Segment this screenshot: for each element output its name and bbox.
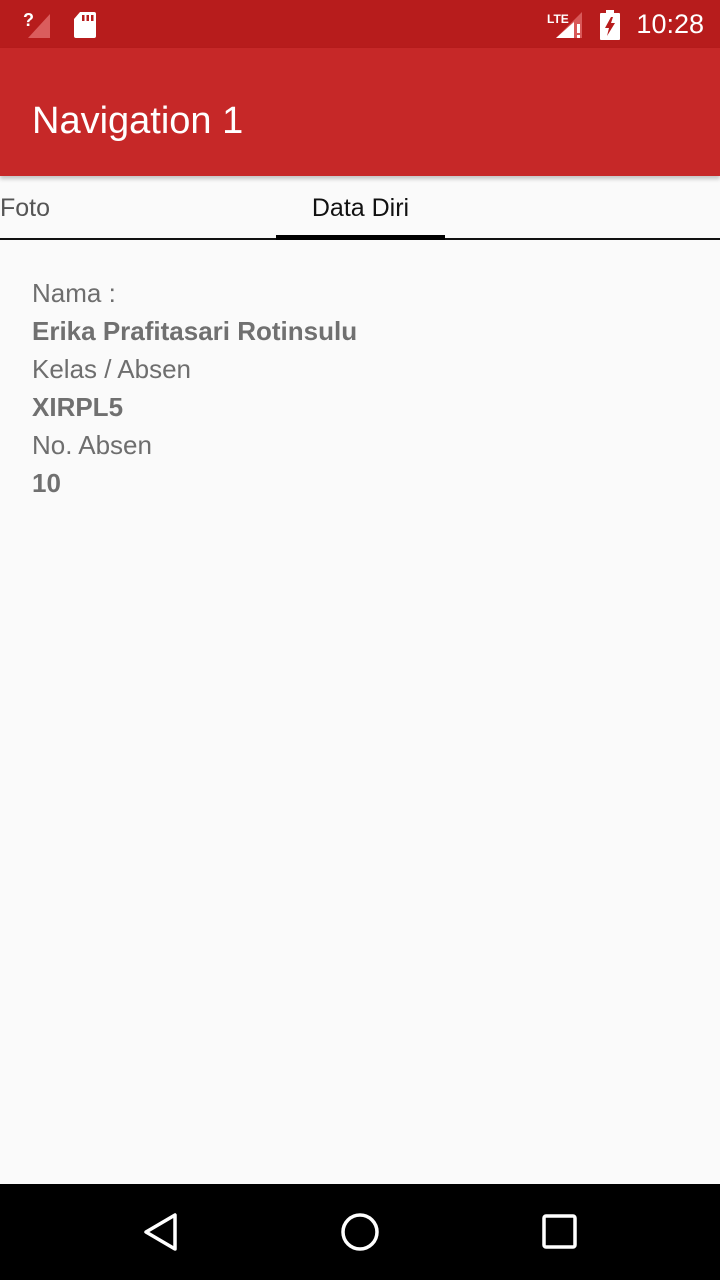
navigation-bar — [0, 1184, 720, 1280]
tab-bar: Foto Data Diri — [0, 176, 720, 240]
number-label: No. Absen — [32, 430, 152, 460]
svg-text:?: ? — [23, 10, 34, 30]
recents-icon[interactable] — [539, 1211, 581, 1258]
tab-indicator — [276, 235, 445, 240]
sd-card-icon — [72, 10, 98, 45]
home-icon[interactable] — [339, 1211, 381, 1258]
name-label: Nama : — [32, 278, 116, 308]
app-bar: Navigation 1 — [0, 48, 720, 176]
tab-foto[interactable]: Foto — [0, 194, 50, 223]
status-bar: ? LTE 10:28 — [0, 0, 720, 48]
page-title: Navigation 1 — [32, 100, 244, 142]
lte-signal-alert-icon: LTE — [546, 10, 586, 45]
name-value: Erika Prafitasari Rotinsulu — [32, 316, 358, 346]
tab-data-diri[interactable]: Data Diri — [276, 194, 445, 223]
profile-details: Nama : Erika Prafitasari Rotinsulu Kelas… — [32, 274, 357, 502]
class-label: Kelas / Absen — [32, 354, 191, 384]
class-value: XIRPL5 — [32, 392, 124, 422]
svg-text:LTE: LTE — [547, 12, 569, 26]
number-value: 10 — [32, 468, 61, 498]
battery-charging-icon — [598, 10, 622, 45]
clock: 10:28 — [636, 9, 704, 39]
signal-unknown-icon: ? — [22, 10, 52, 45]
back-icon[interactable] — [140, 1211, 182, 1258]
